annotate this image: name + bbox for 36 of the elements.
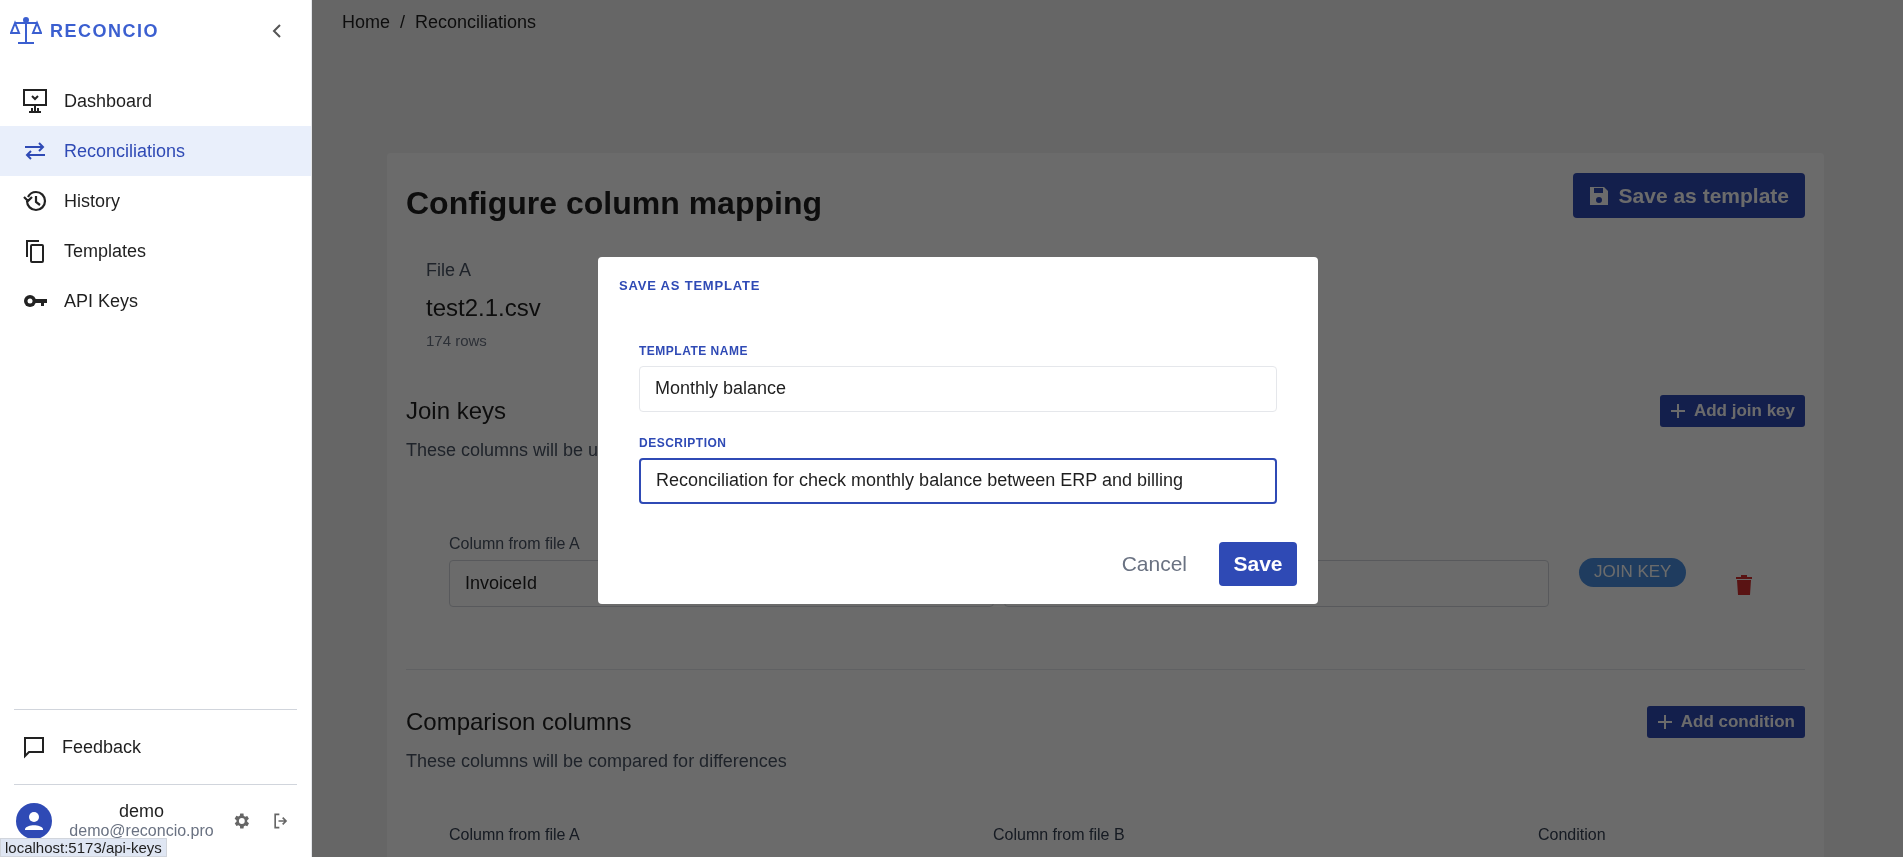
section-title: Join keys: [406, 395, 507, 426]
plus-icon: [1669, 402, 1686, 419]
breadcrumb-separator: /: [400, 10, 406, 34]
cancel-button[interactable]: Cancel: [1115, 541, 1193, 586]
section-description: These columns will be compared for differences: [406, 749, 788, 773]
section-title: Comparison columns: [406, 706, 632, 737]
file-row-count: 174 rows: [426, 331, 487, 351]
user-email: demo@reconcio.pro: [69, 821, 214, 841]
scales-logo-icon: [10, 15, 42, 47]
dialog-title: SAVE AS TEMPLATE: [619, 277, 762, 295]
avatar-icon[interactable]: [16, 803, 52, 839]
delete-button[interactable]: [1736, 574, 1753, 595]
field-label: Column from file A: [449, 533, 581, 554]
chat-bubble-icon: [22, 735, 46, 759]
feedback-item[interactable]: Feedback: [0, 710, 311, 784]
save-button[interactable]: Save: [1219, 541, 1297, 586]
monitor-icon: [22, 88, 48, 114]
text-input-field[interactable]: Monthly balance: [639, 365, 1277, 412]
file-name: test2.1.csv: [426, 293, 541, 323]
user-name: demo: [119, 801, 164, 821]
app-logo-text: RECONCIO: [50, 19, 159, 43]
page-title: Configure column mapping: [406, 184, 822, 223]
column-header: Column from file A: [449, 826, 581, 843]
history-icon: [22, 188, 48, 214]
join-key-badge: JOIN KEY: [1579, 557, 1687, 587]
sidebar-nav-item[interactable]: Reconciliations: [0, 126, 311, 176]
chevron-left-icon: [271, 24, 283, 38]
field-label: TEMPLATE NAME: [639, 342, 749, 360]
file-label: File A: [426, 259, 472, 282]
section-description: These columns will be u: [406, 438, 599, 462]
plus-icon: [1656, 713, 1673, 730]
text-input-field[interactable]: Reconciliation for check monthly balance between ERP and billing: [639, 457, 1277, 504]
column-header: Column from file B: [993, 826, 1126, 843]
column-header: Condition: [1538, 826, 1607, 843]
field-label: DESCRIPTION: [639, 434, 728, 452]
status-url-tooltip: localhost:5173/api-keys: [0, 838, 167, 857]
